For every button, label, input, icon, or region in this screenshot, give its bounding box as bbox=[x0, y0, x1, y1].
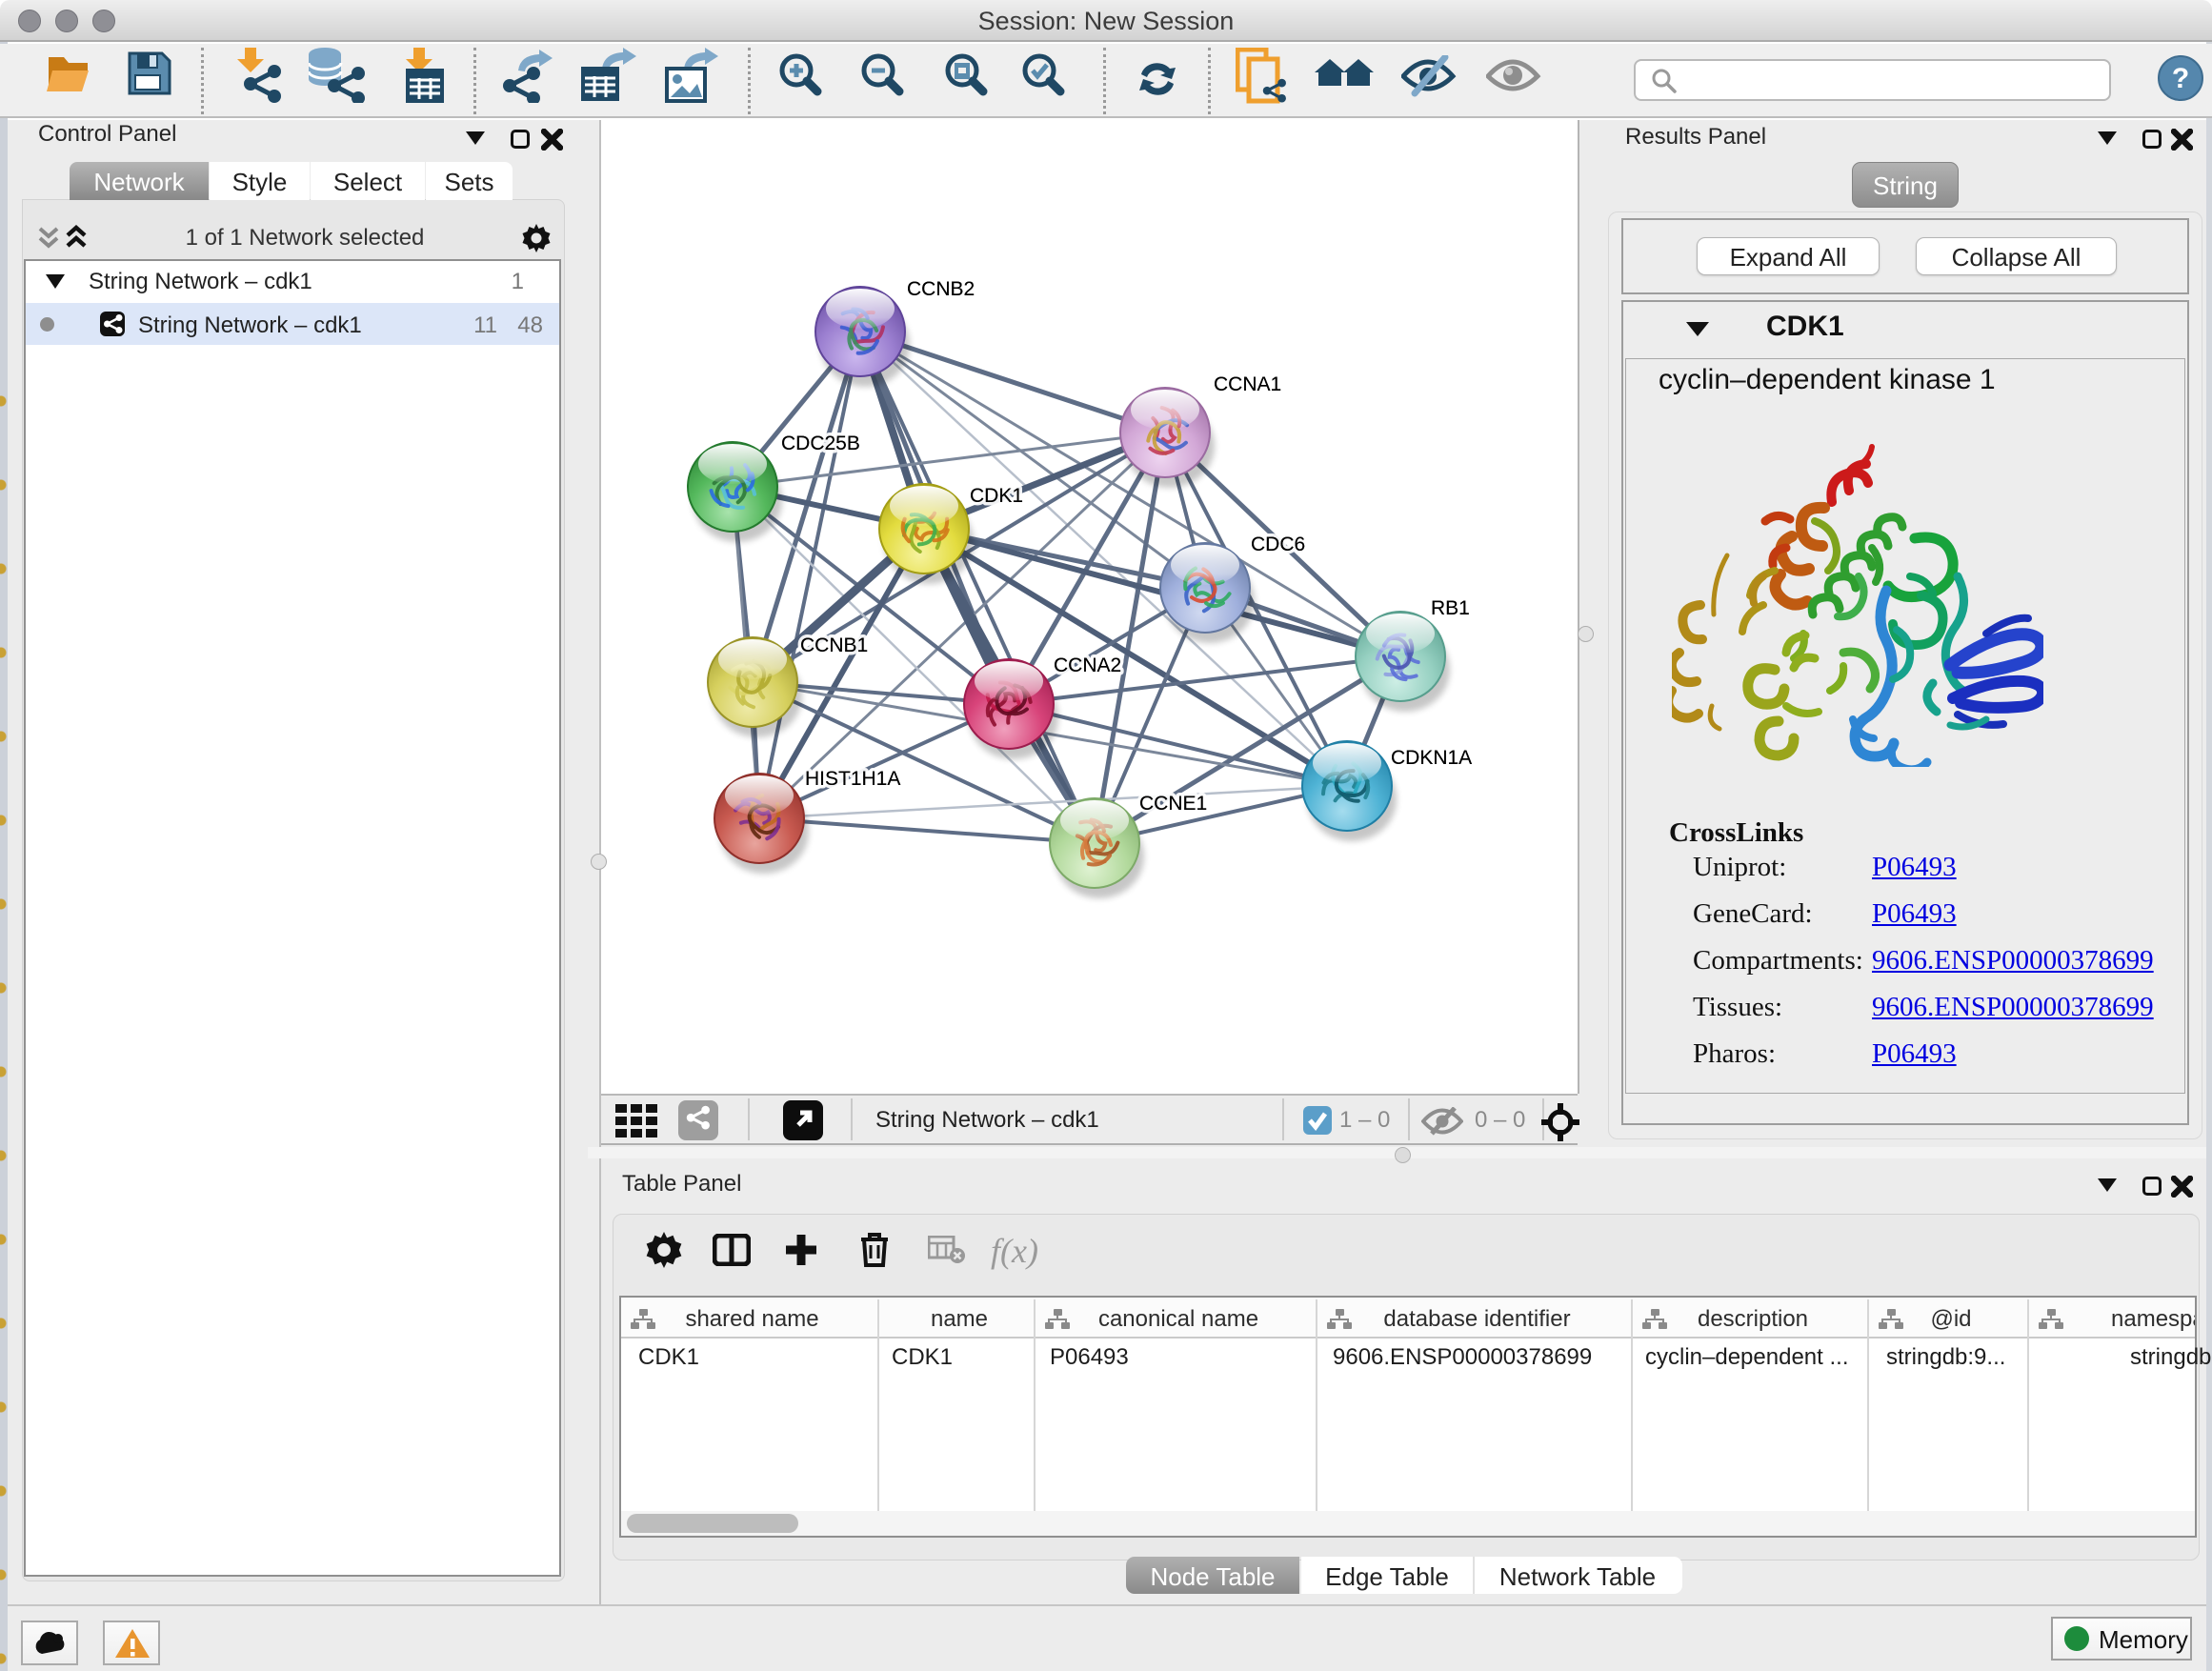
svg-text:CCNB2: CCNB2 bbox=[907, 278, 975, 300]
svg-text:CDC6: CDC6 bbox=[1251, 534, 1305, 555]
svg-text:CCNE1: CCNE1 bbox=[1139, 793, 1207, 815]
svg-text:CDC25B: CDC25B bbox=[781, 433, 860, 454]
svg-text:HIST1H1A: HIST1H1A bbox=[805, 768, 900, 790]
svg-text:RB1: RB1 bbox=[1431, 597, 1470, 619]
svg-text:CCNA1: CCNA1 bbox=[1214, 373, 1281, 395]
svg-text:CDK1: CDK1 bbox=[970, 485, 1023, 507]
svg-text:CCNB1: CCNB1 bbox=[800, 634, 868, 656]
svg-text:CDKN1A: CDKN1A bbox=[1391, 747, 1472, 769]
svg-text:CCNA2: CCNA2 bbox=[1054, 654, 1121, 676]
